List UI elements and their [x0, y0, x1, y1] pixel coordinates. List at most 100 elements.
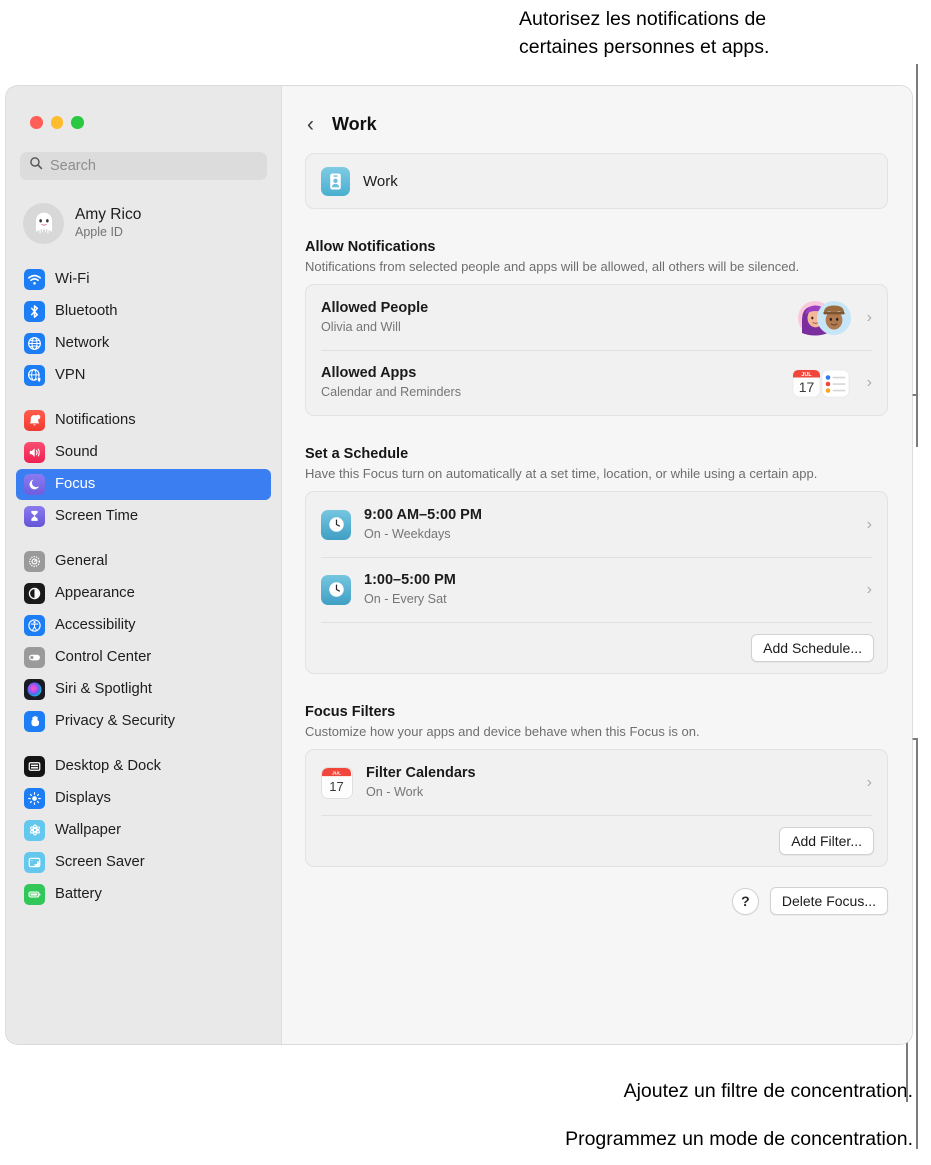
search-input[interactable]: Search [20, 151, 267, 180]
accessibility-icon [24, 614, 45, 636]
row-allowed-people[interactable]: Allowed People Olivia and Will › [306, 285, 887, 350]
account-subtitle: Apple ID [75, 225, 123, 239]
sidebar-item-label: Screen Saver [55, 854, 145, 870]
notifications-icon [24, 409, 45, 431]
sidebar-group-system: General Appearance Accessibility Control… [16, 546, 271, 737]
control-center-icon [24, 646, 45, 668]
row-text: 9:00 AM–5:00 PM On - Weekdays [364, 506, 865, 543]
maximize-button[interactable] [71, 116, 84, 129]
row-title: Filter Calendars [366, 765, 476, 781]
row-subtitle: On - Every Sat [364, 592, 447, 606]
row-title: 9:00 AM–5:00 PM [364, 507, 482, 523]
svg-text:JUL: JUL [332, 770, 341, 776]
bottom-bar: ? Delete Focus... [305, 887, 888, 915]
help-button[interactable]: ? [731, 887, 759, 915]
sidebar-item-desktop-dock[interactable]: Desktop & Dock [16, 751, 271, 782]
desktop-dock-icon [24, 755, 45, 777]
sidebar-item-wi-fi[interactable]: Wi-Fi [16, 264, 271, 295]
sidebar-item-accessibility[interactable]: Accessibility [16, 610, 271, 641]
sidebar-item-vpn[interactable]: VPN [16, 360, 271, 391]
sidebar-item-siri-spotlight[interactable]: Siri & Spotlight [16, 674, 271, 705]
chevron-right-icon: › [866, 773, 872, 791]
sidebar-item-sound[interactable]: Sound [16, 437, 271, 468]
focus-name: Work [363, 172, 398, 190]
close-button[interactable] [30, 116, 43, 129]
siri-icon [24, 678, 45, 700]
sidebar-item-screen-time[interactable]: Screen Time [16, 501, 271, 532]
svg-text:JUL: JUL [801, 372, 812, 378]
svg-text:17: 17 [798, 379, 814, 395]
back-chevron-icon[interactable]: ‹ [305, 114, 316, 135]
focus-identity-card: Work [305, 153, 888, 209]
clock-icon [321, 509, 351, 540]
row-accessory: › [865, 516, 872, 533]
content-pane: ‹ Work Work Allow Notifications Notifica… [281, 86, 912, 1044]
sidebar-item-label: VPN [55, 367, 86, 383]
sound-icon [24, 441, 45, 463]
allow-notifications-header: Allow Notifications Notifications from s… [305, 239, 888, 275]
row-schedule-weekdays[interactable]: 9:00 AM–5:00 PM On - Weekdays › [306, 492, 887, 557]
sidebar-item-privacy-security[interactable]: Privacy & Security [16, 706, 271, 737]
sidebar-item-appearance[interactable]: Appearance [16, 578, 271, 609]
system-settings-window: Search Amy Rico Apple ID Wi-Fi Bluetooth… [6, 86, 912, 1044]
sidebar-item-label: Wallpaper [55, 822, 122, 838]
sidebar-item-battery[interactable]: Battery [16, 879, 271, 910]
row-subtitle: Calendar and Reminders [321, 385, 462, 399]
row-text: Allowed Apps Calendar and Reminders [321, 364, 791, 401]
account-row[interactable]: Amy Rico Apple ID [23, 199, 271, 248]
focus-filters-card: JUL 17 Filter Calendars On - Work › Add … [305, 749, 888, 867]
account-name: Amy Rico [75, 206, 142, 223]
page-title: Work [332, 114, 377, 134]
appearance-icon [24, 582, 45, 604]
add-filter-button[interactable]: Add Filter... [779, 826, 874, 855]
filters-footer: Add Filter... [306, 815, 887, 866]
sidebar-item-displays[interactable]: Displays [16, 783, 271, 814]
vpn-icon [24, 364, 45, 386]
sidebar-item-general[interactable]: General [16, 546, 271, 577]
row-accessory: JUL 17 › [791, 366, 872, 400]
pane-header: ‹ Work [305, 86, 888, 135]
calendar-reminders-icon: JUL 17 [791, 366, 853, 400]
sidebar-item-control-center[interactable]: Control Center [16, 642, 271, 673]
row-accessory: › [865, 581, 872, 598]
sidebar-item-network[interactable]: Network [16, 328, 271, 359]
sidebar-item-notifications[interactable]: Notifications [16, 405, 271, 436]
focus-icon [24, 473, 45, 495]
minimize-button[interactable] [50, 116, 63, 129]
sidebar-item-wallpaper[interactable]: Wallpaper [16, 815, 271, 846]
chevron-right-icon: › [866, 373, 872, 391]
schedule-header: Set a Schedule Have this Focus turn on a… [305, 446, 888, 482]
row-filter-calendars[interactable]: JUL 17 Filter Calendars On - Work › [306, 750, 887, 815]
sidebar-item-screen-saver[interactable]: Screen Saver [16, 847, 271, 878]
callout-add-filter: Ajoutez un filtre de concentration. [623, 1080, 913, 1102]
row-title: Allowed Apps [321, 365, 417, 381]
focus-filters-header: Focus Filters Customize how your apps an… [305, 704, 888, 740]
add-schedule-button[interactable]: Add Schedule... [751, 633, 874, 662]
section-description: Notifications from selected people and a… [305, 259, 800, 274]
screen-time-icon [24, 505, 45, 527]
sidebar-item-label: Privacy & Security [55, 713, 176, 729]
row-subtitle: Olivia and Will [321, 320, 401, 334]
sidebar-group-display: Desktop & Dock Displays Wallpaper Screen… [16, 751, 271, 910]
schedule-card: 9:00 AM–5:00 PM On - Weekdays › 1:00–5:0 [305, 491, 888, 674]
sidebar-item-label: Screen Time [55, 508, 139, 524]
battery-icon [24, 883, 45, 905]
row-schedule-saturday[interactable]: 1:00–5:00 PM On - Every Sat › [306, 557, 887, 622]
section-title: Set a Schedule [305, 446, 409, 462]
allow-notifications-card: Allowed People Olivia and Will › Allowed… [305, 284, 888, 416]
bluetooth-icon [24, 300, 45, 322]
sidebar-item-label: Notifications [55, 412, 136, 428]
avatar [23, 202, 64, 244]
general-icon [24, 550, 45, 572]
delete-focus-button[interactable]: Delete Focus... [769, 887, 888, 915]
row-allowed-apps[interactable]: Allowed Apps Calendar and Reminders JUL … [306, 350, 887, 415]
displays-icon [24, 787, 45, 809]
section-title: Allow Notifications [305, 239, 436, 255]
row-accessory: › [865, 773, 872, 791]
sidebar-item-bluetooth[interactable]: Bluetooth [16, 296, 271, 327]
privacy-icon [24, 710, 45, 732]
sidebar-item-label: Focus [55, 476, 96, 492]
work-badge-icon [321, 166, 350, 196]
sidebar-item-focus[interactable]: Focus [16, 468, 271, 500]
sidebar-item-label: Accessibility [55, 617, 136, 633]
